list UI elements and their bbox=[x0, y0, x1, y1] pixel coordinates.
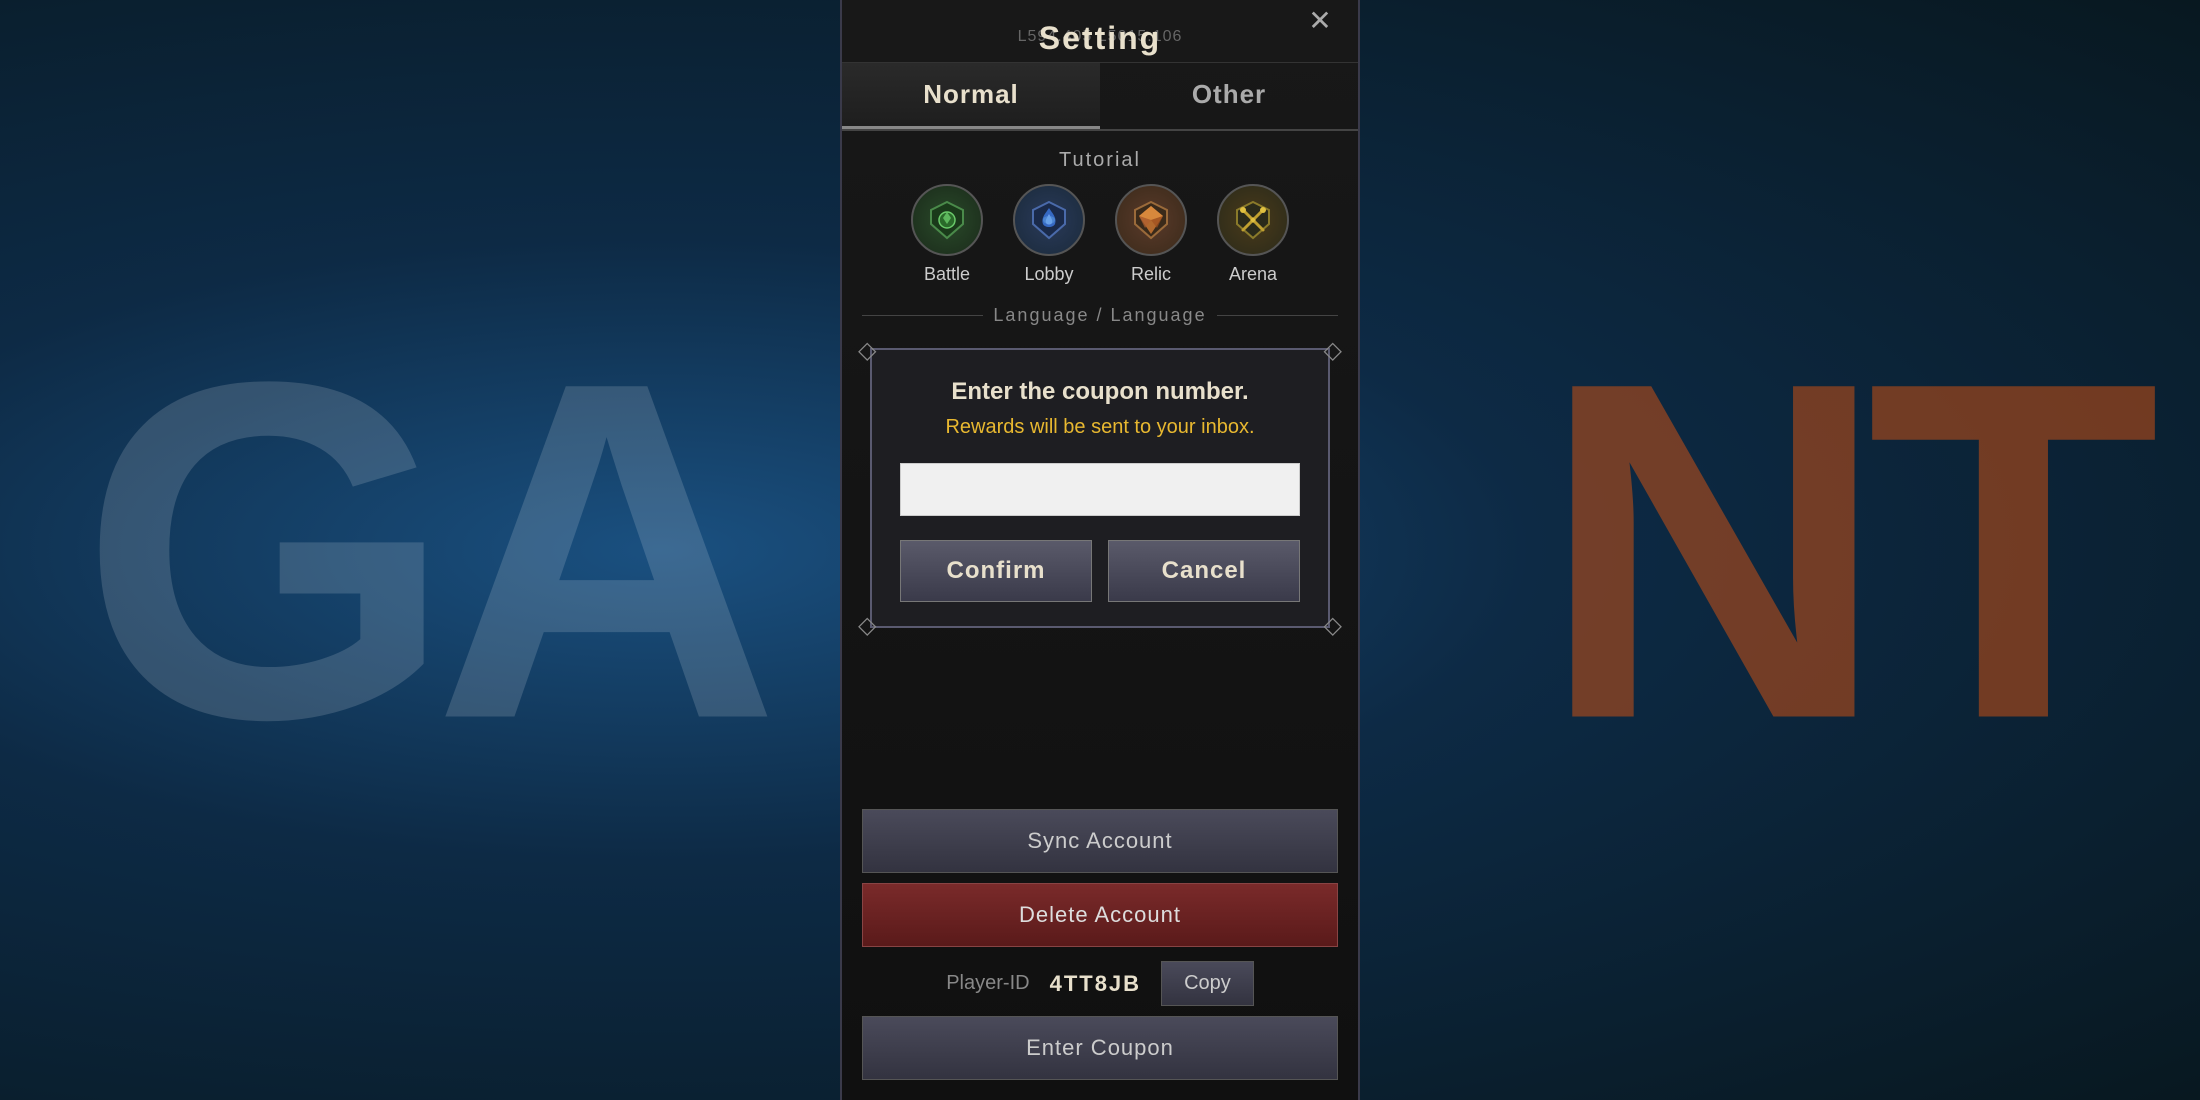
player-id-row: Player-ID 4TT8JB Copy bbox=[946, 961, 1254, 1006]
dialog-area: ◇ ◇ ◇ ◇ Enter the coupon number. Rewards… bbox=[842, 338, 1358, 801]
language-divider: Language / Language bbox=[842, 305, 1358, 326]
dialog-buttons: Confirm Cancel bbox=[900, 540, 1300, 602]
coupon-input[interactable] bbox=[900, 463, 1300, 516]
lobby-label: Lobby bbox=[1024, 264, 1073, 285]
tutorial-lobby[interactable]: Lobby bbox=[1013, 184, 1085, 285]
confirm-button[interactable]: Confirm bbox=[900, 540, 1092, 602]
tutorial-arena[interactable]: Arena bbox=[1217, 184, 1289, 285]
bg-text-ga: GA bbox=[80, 274, 760, 827]
tab-bar: Normal Other bbox=[842, 63, 1358, 131]
enter-coupon-button[interactable]: Enter Coupon bbox=[862, 1016, 1338, 1080]
corner-bl: ◇ bbox=[858, 611, 876, 640]
dialog-title: Enter the coupon number. bbox=[900, 378, 1300, 406]
lobby-icon bbox=[1013, 184, 1085, 256]
corner-tl: ◇ bbox=[858, 336, 876, 365]
bottom-section: Sync Account Delete Account bbox=[842, 809, 1358, 947]
divider-line-right bbox=[1217, 315, 1338, 316]
close-button[interactable]: ✕ bbox=[1302, 2, 1338, 38]
battle-icon bbox=[911, 184, 983, 256]
corner-br: ◇ bbox=[1324, 611, 1342, 640]
cancel-button[interactable]: Cancel bbox=[1108, 540, 1300, 602]
corner-tr: ◇ bbox=[1324, 336, 1342, 365]
tab-normal[interactable]: Normal bbox=[842, 63, 1100, 129]
relic-label: Relic bbox=[1131, 264, 1171, 285]
tutorial-relic[interactable]: Relic bbox=[1115, 184, 1187, 285]
relic-icon bbox=[1115, 184, 1187, 256]
sync-account-button[interactable]: Sync Account bbox=[862, 809, 1338, 873]
arena-icon bbox=[1217, 184, 1289, 256]
arena-label: Arena bbox=[1229, 264, 1277, 285]
coupon-dialog: ◇ ◇ ◇ ◇ Enter the coupon number. Rewards… bbox=[870, 348, 1330, 628]
title-bar: L594.405 L5015.106 Setting ✕ bbox=[842, 0, 1358, 63]
divider-line-left bbox=[862, 315, 983, 316]
battle-label: Battle bbox=[924, 264, 970, 285]
delete-account-button[interactable]: Delete Account bbox=[862, 883, 1338, 947]
bg-text-nt: NT bbox=[1540, 274, 2140, 827]
tutorial-battle[interactable]: Battle bbox=[911, 184, 983, 285]
tutorial-label: Tutorial bbox=[1059, 149, 1141, 172]
settings-panel: L594.405 L5015.106 Setting ✕ Normal Othe… bbox=[840, 0, 1360, 1100]
player-id-label: Player-ID bbox=[946, 972, 1029, 995]
player-id-value: 4TT8JB bbox=[1050, 971, 1141, 997]
page-title: Setting bbox=[1039, 20, 1161, 57]
language-label: Language / Language bbox=[993, 305, 1206, 326]
dialog-subtitle: Rewards will be sent to your inbox. bbox=[900, 416, 1300, 439]
tab-other[interactable]: Other bbox=[1100, 63, 1358, 129]
tutorial-icons: Battle Lobby bbox=[911, 184, 1289, 285]
copy-button[interactable]: Copy bbox=[1161, 961, 1254, 1006]
